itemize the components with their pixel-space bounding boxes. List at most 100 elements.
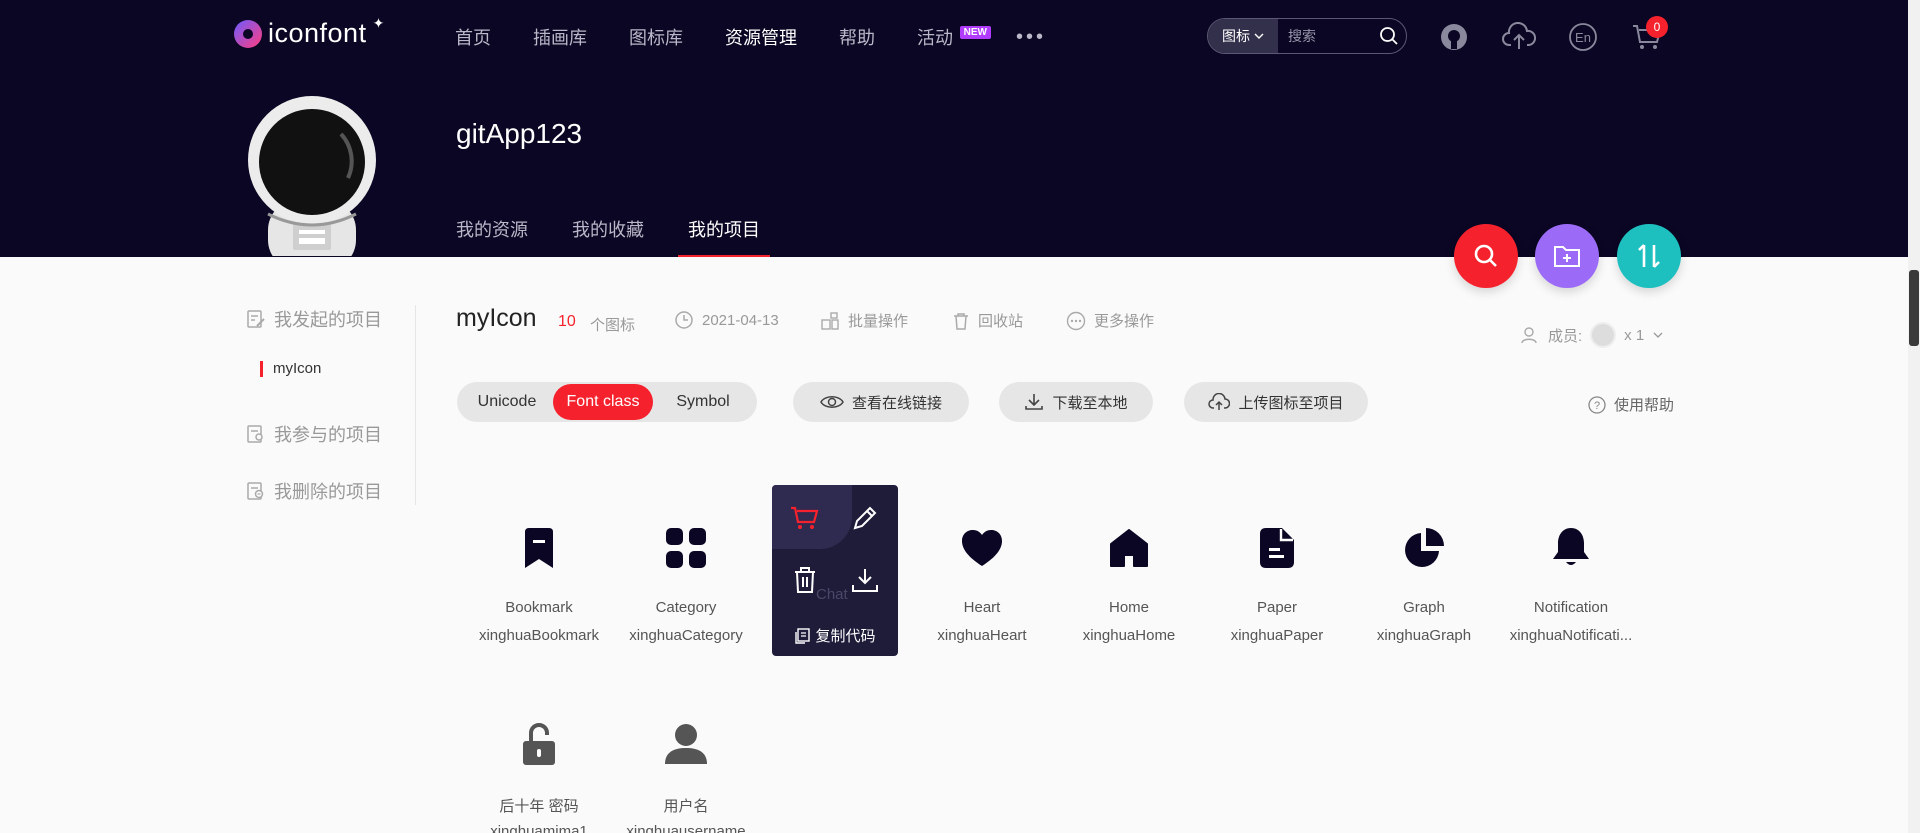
icon-card-heart[interactable]: Heart xinghuaHeart [908,496,1056,676]
icon-card-home[interactable]: Home xinghuaHome [1055,496,1203,676]
icon-card-category[interactable]: Category xinghuaCategory [612,496,760,676]
icon-name: Notification [1533,599,1609,616]
trash-icon [795,567,815,593]
icon-code: xinghuaGraph [1376,627,1472,644]
icon-card-bookmark[interactable]: Bookmark xinghuaBookmark [465,496,613,676]
icon-name: Bookmark [505,599,573,616]
sidebar-item-deleted[interactable]: 我删除的项目 [246,477,382,505]
members-dropdown[interactable]: 成员: x 1 [1520,322,1664,348]
username: gitApp123 [456,118,583,149]
language-icon[interactable]: En [1566,20,1600,54]
document-edit-icon [247,310,265,328]
clock-icon [675,311,693,329]
search-type-select[interactable]: 图标 [1208,19,1278,53]
search-input[interactable] [1278,28,1372,44]
nav-home[interactable]: 首页 [455,24,491,50]
icon-code: xinghuaBookmark [478,627,600,644]
download-button[interactable]: 下载至本地 [999,382,1153,422]
document-user-icon [247,425,263,443]
fab-search-button[interactable] [1454,224,1518,288]
download-label: 下载至本地 [1052,394,1128,412]
nav-help[interactable]: 帮助 [839,24,875,50]
sidebar-item-label: 我参与的项目 [274,425,382,445]
usage-help-label: 使用帮助 [1614,397,1675,414]
profile-header: iconfont ✦ 首页 插画库 图标库 资源管理 帮助 活动 NEW •••… [0,0,1908,257]
usage-help-link[interactable]: ? 使用帮助 [1588,394,1674,415]
icon-card-chat-hovered[interactable]: Chat 复制代码 [772,485,898,656]
view-online-link-button[interactable]: 查看在线链接 [793,382,969,422]
more-operations-button[interactable]: 更多操作 [1066,310,1154,331]
nav-icon-library[interactable]: 图标库 [629,24,683,50]
icon-code: xinghuaHeart [937,627,1027,644]
cloud-upload-icon[interactable] [1502,20,1536,54]
tab-my-projects[interactable]: 我的项目 [678,216,770,257]
view-online-link-label: 查看在线链接 [851,394,942,412]
sidebar-item-started[interactable]: 我发起的项目 [246,305,382,333]
home-icon [1107,526,1151,570]
brand-logo[interactable]: iconfont ✦ [234,15,385,49]
download-icon-button[interactable] [844,559,886,601]
sidebar-item-label: 我删除的项目 [274,482,382,502]
icon-name: 用户名 [663,798,709,815]
graph-icon [1402,526,1446,570]
sort-icon [1638,244,1660,268]
svg-text:?: ? [1594,400,1600,412]
edit-icon-button[interactable] [844,497,886,539]
fab-new-folder-button[interactable] [1535,224,1599,288]
icon-card-notification[interactable]: Notification xinghuaNotificati... [1497,496,1645,676]
tab-my-favorites[interactable]: 我的收藏 [572,216,644,257]
page-scrollbar[interactable] [1908,0,1920,833]
top-navbar: iconfont ✦ 首页 插画库 图标库 资源管理 帮助 活动 NEW •••… [0,0,1908,72]
cloud-upload-icon [1208,393,1231,410]
github-icon[interactable] [1437,20,1471,54]
new-badge: NEW [959,26,991,39]
upload-icons-label: 上传图标至项目 [1238,394,1344,412]
nav-illustrations[interactable]: 插画库 [533,24,587,50]
icon-name: Category [655,599,717,616]
icon-name: Paper [1256,599,1298,616]
project-date: 2021-04-13 [674,310,779,330]
document-delete-icon [247,482,264,500]
lock-icon [517,722,561,766]
member-avatar [1590,322,1617,348]
recycle-bin-button[interactable]: 回收站 [952,310,1023,331]
project-title: myIcon [456,304,537,332]
scrollbar-thumb[interactable] [1909,270,1919,346]
icon-code: xinghuaNotificati... [1509,627,1633,644]
nav-resource-management[interactable]: 资源管理 [725,24,797,50]
format-symbol[interactable]: Symbol [653,384,753,420]
icon-card-lock[interactable]: 后十年 密码 xinghuamima1 [465,692,613,833]
recycle-bin-label: 回收站 [978,313,1024,330]
batch-operation-label: 批量操作 [848,313,909,330]
upload-icons-button[interactable]: 上传图标至项目 [1184,382,1368,422]
nav-more-button[interactable]: ••• [1016,26,1046,49]
icon-card-paper[interactable]: Paper xinghuaPaper [1203,496,1351,676]
brand-name: iconfont [268,18,367,48]
more-operations-label: 更多操作 [1094,313,1155,330]
format-font-class[interactable]: Font class [553,384,653,420]
sidebar-item-joined[interactable]: 我参与的项目 [246,420,382,448]
profile-tabs: 我的资源 我的收藏 我的项目 [456,216,804,257]
icon-name: Graph [1403,599,1445,616]
search-icon [1474,244,1497,267]
format-unicode[interactable]: Unicode [461,384,553,420]
icon-card-graph[interactable]: Graph xinghuaGraph [1350,496,1498,676]
delete-icon-button[interactable] [784,559,826,601]
fab-sort-button[interactable] [1617,224,1681,288]
search-icon[interactable] [1372,26,1406,46]
icon-card-username[interactable]: 用户名 xinghuausername [612,692,760,833]
batch-icon [821,311,839,330]
paper-icon [1255,526,1299,570]
nav-activity[interactable]: 活动 NEW [917,24,991,50]
download-icon [852,569,878,592]
sidebar-project-myicon[interactable]: myIcon [260,360,321,377]
search-bar: 图标 [1207,18,1407,54]
add-to-cart-button[interactable] [784,497,826,539]
icon-name: Heart [963,599,1001,616]
search-type-label: 图标 [1222,28,1250,44]
copy-code-button[interactable]: 复制代码 [772,625,898,646]
icon-name: Home [1108,599,1149,616]
tab-my-resources[interactable]: 我的资源 [456,216,528,257]
batch-operation-button[interactable]: 批量操作 [820,310,908,331]
cart-count-badge: 0 [1646,16,1668,38]
